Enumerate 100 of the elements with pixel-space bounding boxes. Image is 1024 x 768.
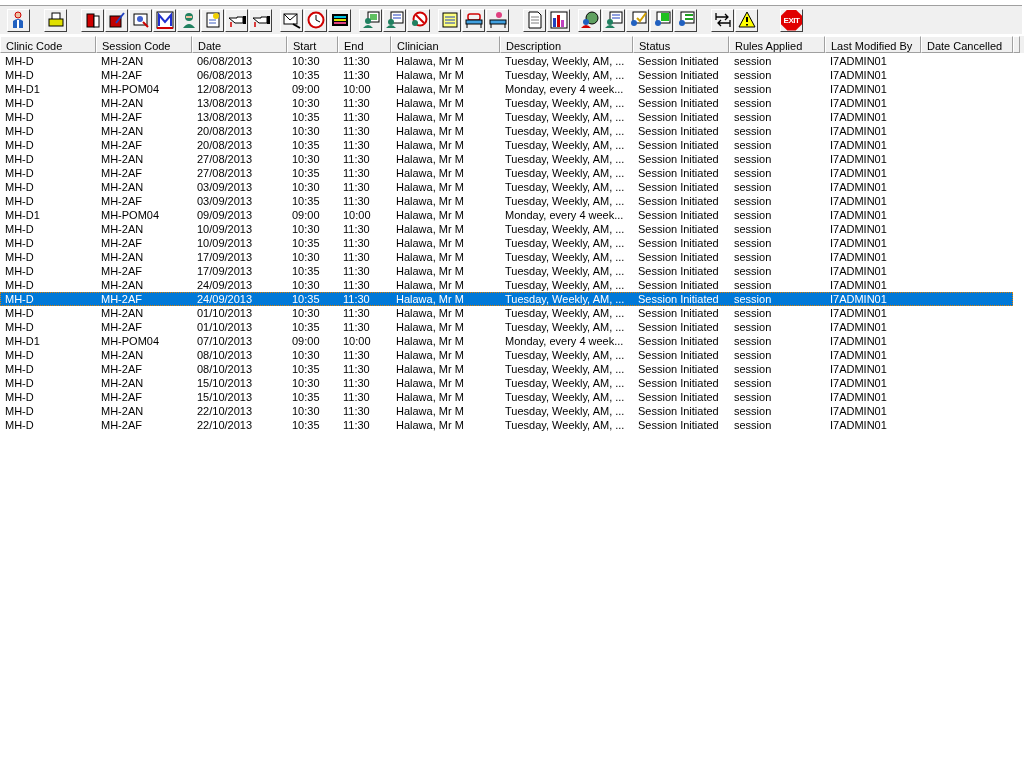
table-cell-text: I7ADMIN01 (829, 362, 888, 376)
table-cell-text: 11:30 (342, 404, 371, 418)
table-cell-text: 11:30 (342, 124, 371, 138)
table-row[interactable]: MH-D MH-2AF 15/10/2013 10:35 11:30 Halawa, Mr M Tuesday, Weekly, AM, ... Session Initiated session I7ADMIN01 (0, 390, 1013, 404)
table-row[interactable]: MH-D MH-2AN 06/08/2013 10:30 11:30 Halawa, Mr M Tuesday, Weekly, AM, ... Session Initiated session I7ADMIN01 (0, 54, 1013, 68)
table-cell-text: session (733, 278, 773, 292)
table-cell-text: Halawa, Mr M (395, 334, 465, 348)
toolbar-button[interactable] (225, 8, 248, 32)
table-cell-text: 11:30 (342, 320, 371, 334)
toolbar-button[interactable] (438, 8, 461, 32)
table-cell-text: 10:00 (342, 82, 372, 96)
table-cell-text: Tuesday, Weekly, AM, ... (504, 194, 626, 208)
column-header[interactable]: Date (192, 36, 287, 53)
table-cell-text: MH-2AN (100, 278, 145, 292)
table-row[interactable]: MH-D MH-2AF 03/09/2013 10:35 11:30 Halawa, Mr M Tuesday, Weekly, AM, ... Session Initiated session I7ADMIN01 (0, 194, 1013, 208)
table-row[interactable]: MH-D MH-2AN 17/09/2013 10:30 11:30 Halawa, Mr M Tuesday, Weekly, AM, ... Session Initiated session I7ADMIN01 (0, 250, 1013, 264)
column-header[interactable]: End (338, 36, 391, 53)
table-row[interactable]: MH-D MH-2AF 22/10/2013 10:35 11:30 Halawa, Mr M Tuesday, Weekly, AM, ... Session Initiated session I7ADMIN01 (0, 418, 1013, 432)
toolbar-button[interactable] (7, 8, 30, 32)
table-row[interactable]: MH-D1 MH-POM04 07/10/2013 09:00 10:00 Halawa, Mr M Monday, every 4 week... Session Initiated session I7ADMIN01 (0, 334, 1013, 348)
toolbar-button[interactable] (81, 8, 104, 32)
column-header[interactable]: Rules Applied (729, 36, 825, 53)
toolbar-button[interactable] (304, 8, 327, 32)
table-row[interactable]: MH-D1 MH-POM04 09/09/2013 09:00 10:00 Halawa, Mr M Monday, every 4 week... Session Initiated session I7ADMIN01 (0, 208, 1013, 222)
toolbar-button[interactable] (711, 8, 734, 32)
table-row[interactable]: MH-D MH-2AF 27/08/2013 10:35 11:30 Halawa, Mr M Tuesday, Weekly, AM, ... Session Initiated session I7ADMIN01 (0, 166, 1013, 180)
table-row[interactable]: MH-D MH-2AF 06/08/2013 10:35 11:30 Halawa, Mr M Tuesday, Weekly, AM, ... Session Initiated session I7ADMIN01 (0, 68, 1013, 82)
toolbar-button[interactable] (177, 8, 200, 32)
table-row[interactable]: MH-D MH-2AN 10/09/2013 10:30 11:30 Halawa, Mr M Tuesday, Weekly, AM, ... Session Initiated session I7ADMIN01 (0, 222, 1013, 236)
toolbar-button[interactable] (486, 8, 509, 32)
toolbar-button[interactable] (578, 8, 601, 32)
table-row[interactable]: MH-D MH-2AF 10/09/2013 10:35 11:30 Halawa, Mr M Tuesday, Weekly, AM, ... Session Initiated session I7ADMIN01 (0, 236, 1013, 250)
column-header[interactable]: Date Cancelled (921, 36, 1013, 53)
table-row[interactable]: MH-D MH-2AF 13/08/2013 10:35 11:30 Halawa, Mr M Tuesday, Weekly, AM, ... Session Initiated session I7ADMIN01 (0, 110, 1013, 124)
table-cell-text: Session Initiated (637, 68, 720, 82)
column-header[interactable]: Clinician (391, 36, 500, 53)
column-header[interactable]: Session Code (96, 36, 192, 53)
table-cell-text: MH-D (4, 138, 35, 152)
table-row[interactable]: MH-D MH-2AN 20/08/2013 10:30 11:30 Halawa, Mr M Tuesday, Weekly, AM, ... Session Initiated session I7ADMIN01 (0, 124, 1013, 138)
column-header[interactable]: Clinic Code (0, 36, 96, 53)
toolbar-button[interactable] (547, 8, 570, 32)
table-cell-text: MH-2AN (100, 124, 145, 138)
table-row[interactable]: MH-D MH-2AN 03/09/2013 10:30 11:30 Halawa, Mr M Tuesday, Weekly, AM, ... Session Initiated session I7ADMIN01 (0, 180, 1013, 194)
column-header[interactable]: Start (287, 36, 338, 53)
table-row[interactable]: MH-D MH-2AN 22/10/2013 10:30 11:30 Halawa, Mr M Tuesday, Weekly, AM, ... Session Initiated session I7ADMIN01 (0, 404, 1013, 418)
table-row[interactable]: MH-D MH-2AF 01/10/2013 10:35 11:30 Halawa, Mr M Tuesday, Weekly, AM, ... Session Initiated session I7ADMIN01 (0, 320, 1013, 334)
toolbar-button[interactable] (328, 8, 351, 32)
toolbar-button[interactable] (129, 8, 152, 32)
toolbar-button[interactable] (407, 8, 430, 32)
toolbar-button[interactable] (523, 8, 546, 32)
table-cell-text: Halawa, Mr M (395, 306, 465, 320)
toolbar-button[interactable] (462, 8, 485, 32)
table-cell-text: session (733, 180, 773, 194)
table-cell-text: Tuesday, Weekly, AM, ... (504, 138, 626, 152)
table-cell-text: 10:35 (291, 264, 321, 278)
table-row[interactable]: MH-D MH-2AN 15/10/2013 10:30 11:30 Halawa, Mr M Tuesday, Weekly, AM, ... Session Initiated session I7ADMIN01 (0, 376, 1013, 390)
toolbar-button[interactable] (626, 8, 649, 32)
column-header[interactable]: Description (500, 36, 633, 53)
table-cell-text: Halawa, Mr M (395, 278, 465, 292)
toolbar-button[interactable] (280, 8, 303, 32)
table-cell-text: Halawa, Mr M (395, 264, 465, 278)
table-row[interactable]: MH-D MH-2AN 27/08/2013 10:30 11:30 Halawa, Mr M Tuesday, Weekly, AM, ... Session Initiated session I7ADMIN01 (0, 152, 1013, 166)
exit-button[interactable]: EXIT (780, 8, 803, 32)
toolbar-button[interactable] (650, 8, 673, 32)
table-row[interactable]: MH-D MH-2AF 24/09/2013 10:35 11:30 Halawa, Mr M Tuesday, Weekly, AM, ... Session Initiated session I7ADMIN01 (0, 292, 1013, 306)
table-cell-text: Tuesday, Weekly, AM, ... (504, 390, 626, 404)
column-header[interactable]: Last Modified By (825, 36, 921, 53)
table-cell-text: Tuesday, Weekly, AM, ... (504, 166, 626, 180)
toolbar-button[interactable] (249, 8, 272, 32)
table-row[interactable]: MH-D MH-2AF 20/08/2013 10:35 11:30 Halawa, Mr M Tuesday, Weekly, AM, ... Session Initiated session I7ADMIN01 (0, 138, 1013, 152)
table-row[interactable]: MH-D MH-2AF 17/09/2013 10:35 11:30 Halawa, Mr M Tuesday, Weekly, AM, ... Session Initiated session I7ADMIN01 (0, 264, 1013, 278)
toolbar-button[interactable] (359, 8, 382, 32)
table-row[interactable]: MH-D MH-2AF 08/10/2013 10:35 11:30 Halawa, Mr M Tuesday, Weekly, AM, ... Session Initiated session I7ADMIN01 (0, 362, 1013, 376)
table-cell-text: 03/09/2013 (196, 194, 254, 208)
table-cell-text: Halawa, Mr M (395, 236, 465, 250)
table-cell-text: 11:30 (342, 138, 371, 152)
table-cell-text: MH-2AN (100, 376, 145, 390)
table-cell-text: Tuesday, Weekly, AM, ... (504, 404, 626, 418)
table-cell-text: Halawa, Mr M (395, 124, 465, 138)
table-row[interactable]: MH-D MH-2AN 24/09/2013 10:30 11:30 Halawa, Mr M Tuesday, Weekly, AM, ... Session Initiated session I7ADMIN01 (0, 278, 1013, 292)
toolbar-button[interactable] (44, 8, 67, 32)
toolbar-button[interactable] (674, 8, 697, 32)
table-cell-text: Session Initiated (637, 124, 720, 138)
table-row[interactable]: MH-D MH-2AN 13/08/2013 10:30 11:30 Halawa, Mr M Tuesday, Weekly, AM, ... Session Initiated session I7ADMIN01 (0, 96, 1013, 110)
toolbar-button[interactable] (105, 8, 128, 32)
toolbar-button[interactable] (153, 8, 176, 32)
table-cell-text: Tuesday, Weekly, AM, ... (504, 292, 626, 306)
toolbar-button[interactable] (735, 8, 758, 32)
table-row[interactable]: MH-D1 MH-POM04 12/08/2013 09:00 10:00 Halawa, Mr M Monday, every 4 week... Session Initiated session I7ADMIN01 (0, 82, 1013, 96)
toolbar-button[interactable] (602, 8, 625, 32)
toolbar-button[interactable] (201, 8, 224, 32)
table-row[interactable]: MH-D MH-2AN 01/10/2013 10:30 11:30 Halawa, Mr M Tuesday, Weekly, AM, ... Session Initiated session I7ADMIN01 (0, 306, 1013, 320)
table-row[interactable]: MH-D MH-2AN 08/10/2013 10:30 11:30 Halawa, Mr M Tuesday, Weekly, AM, ... Session Initiated session I7ADMIN01 (0, 348, 1013, 362)
table-cell-text: Halawa, Mr M (395, 320, 465, 334)
table-cell-text: Session Initiated (637, 138, 720, 152)
table-cell-text: MH-D1 (4, 208, 41, 222)
table-cell-text: 20/08/2013 (196, 124, 254, 138)
toolbar-button[interactable] (383, 8, 406, 32)
column-header[interactable]: Status (633, 36, 729, 53)
table-cell-text: Halawa, Mr M (395, 166, 465, 180)
